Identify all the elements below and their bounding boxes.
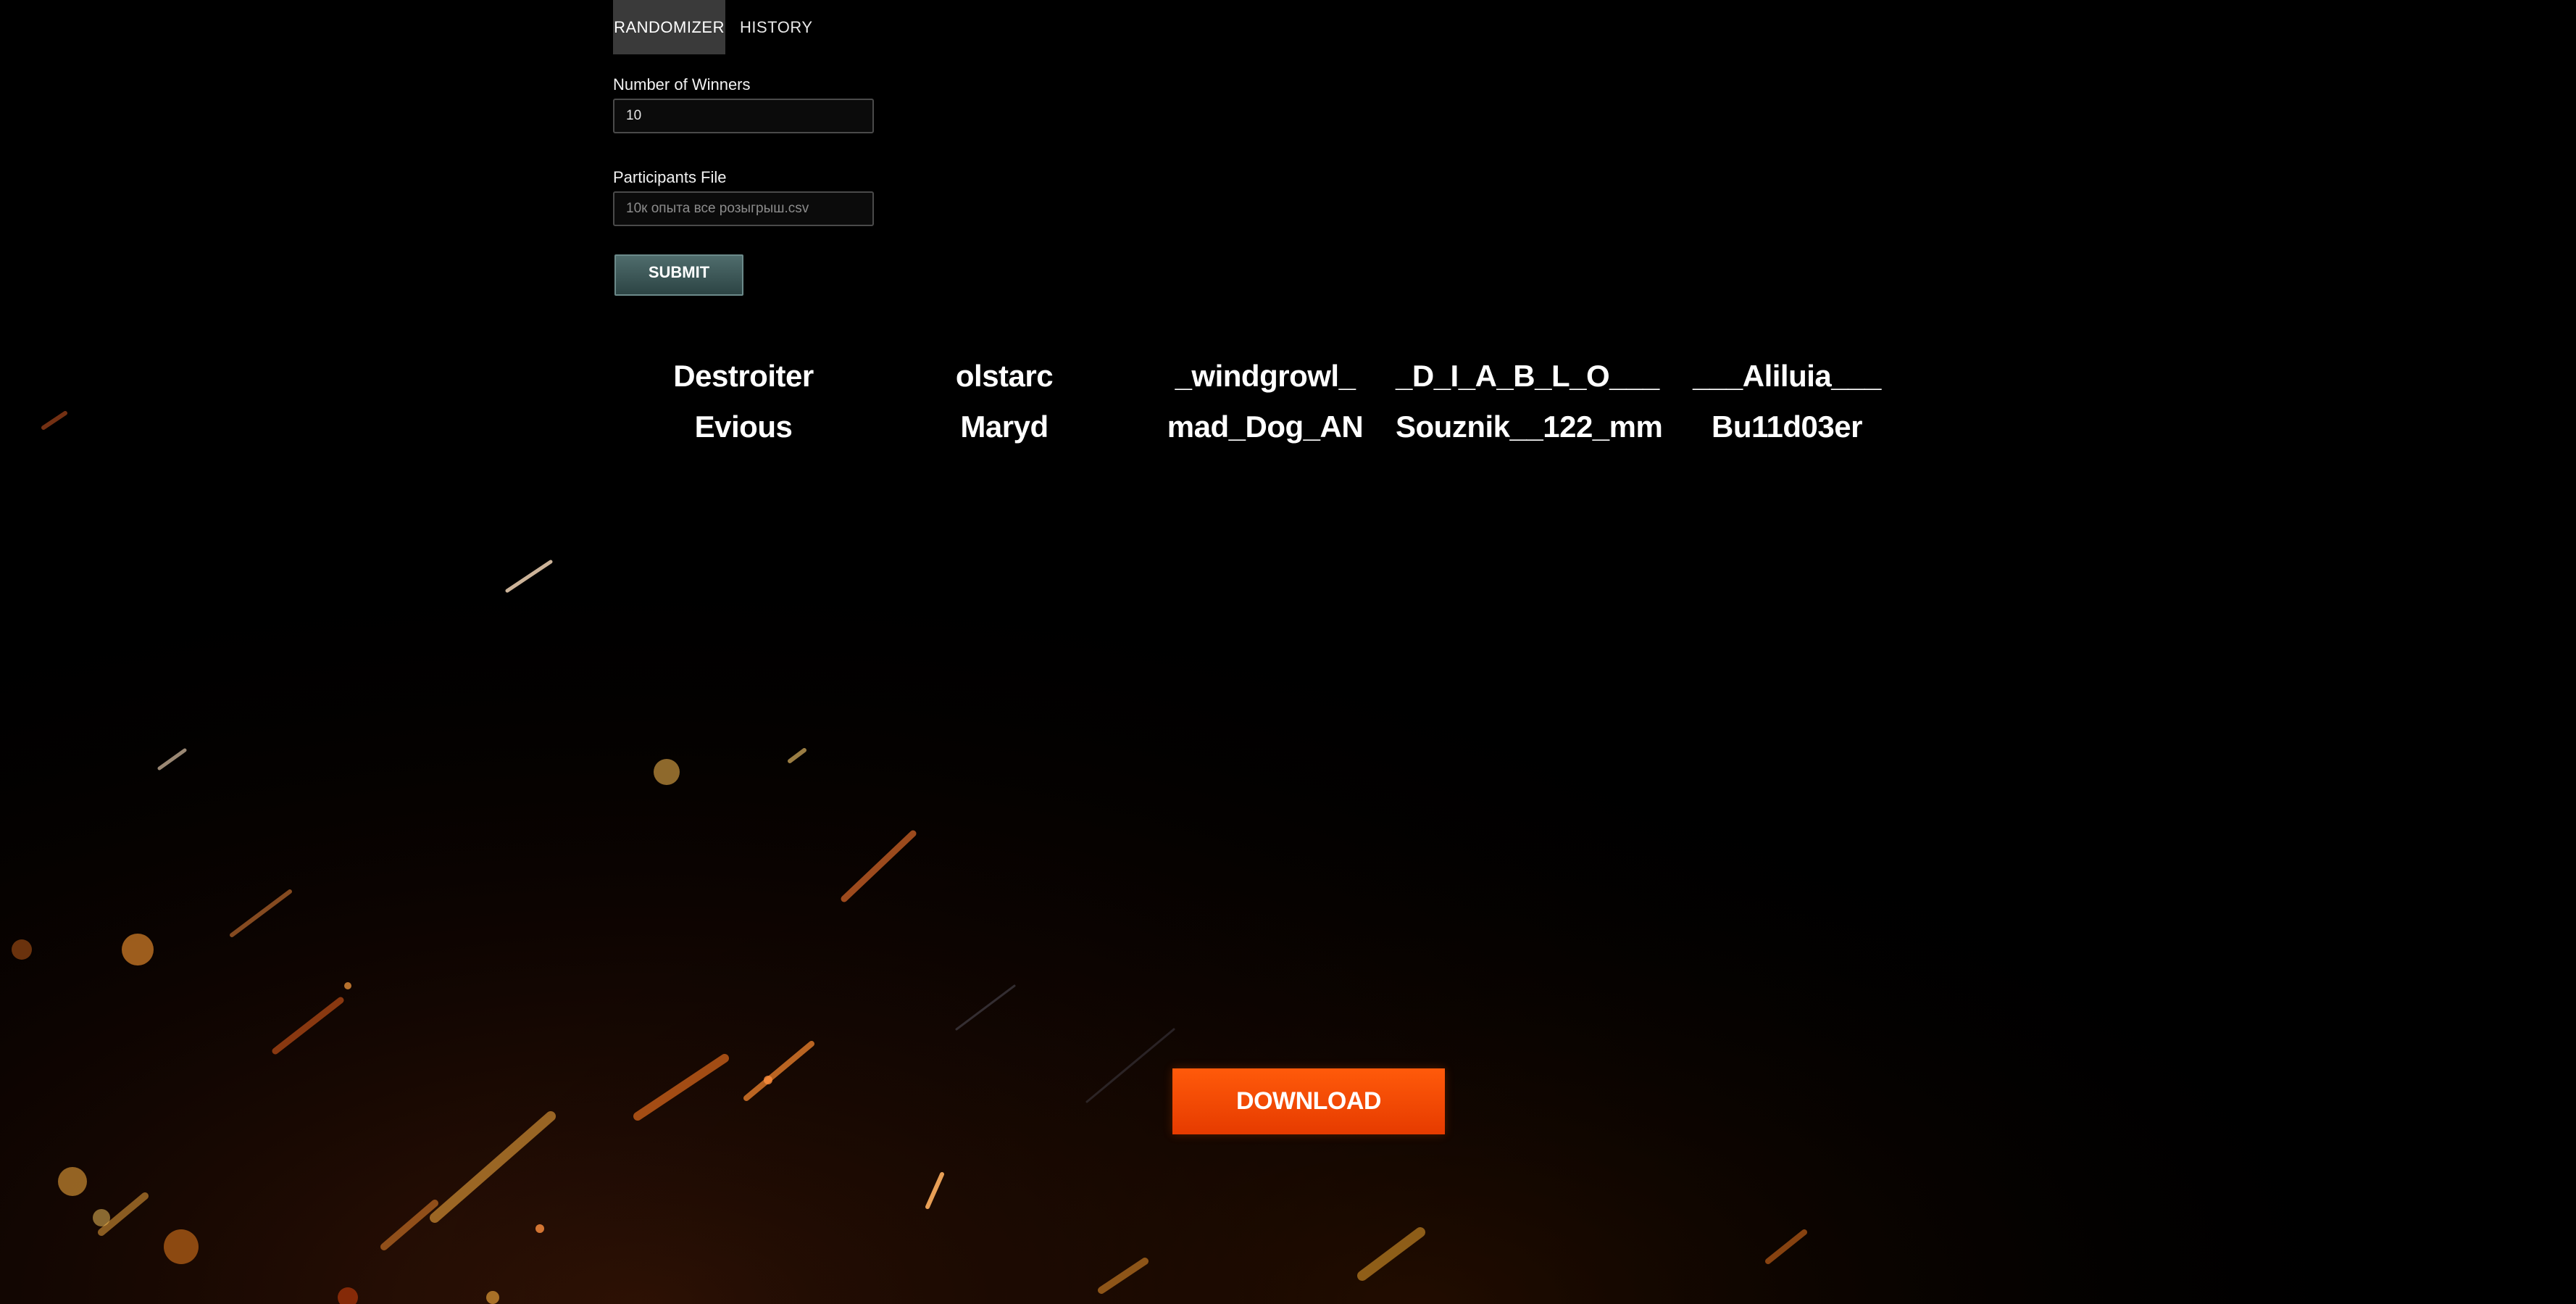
participants-file-input[interactable]: 10к опыта все розыгрыш.csv	[613, 191, 874, 226]
winners-list: Destroiter olstarc _windgrowl_ _D_I_A_B_…	[613, 359, 1932, 444]
randomizer-form: Number of Winners 10 Participants File 1…	[613, 75, 874, 261]
winner-name: Destroiter	[673, 359, 814, 393]
download-button[interactable]: DOWNLOAD	[1172, 1068, 1445, 1134]
winner-name: olstarc	[955, 359, 1054, 393]
winner-name: _D_I_A_B_L_O___	[1396, 359, 1659, 393]
winners-count-input[interactable]: 10	[613, 99, 874, 133]
tab-history[interactable]: HISTORY	[731, 0, 822, 54]
winner-name: Maryd	[960, 410, 1049, 444]
submit-button[interactable]: SUBMIT	[614, 254, 743, 296]
winner-name: Evious	[694, 410, 793, 444]
winner-name: _windgrowl_	[1175, 359, 1356, 393]
winners-count-group: Number of Winners 10	[613, 75, 874, 133]
participants-file-label: Participants File	[613, 168, 727, 186]
winners-count-label: Number of Winners	[613, 75, 751, 94]
winner-name: Bu11d03er	[1712, 410, 1862, 444]
page: RANDOMIZER HISTORY Number of Winners 10 …	[0, 0, 2576, 1304]
tab-randomizer[interactable]: RANDOMIZER	[613, 0, 725, 54]
tab-bar: RANDOMIZER HISTORY	[613, 0, 822, 54]
winner-name: Souznik__122_mm	[1396, 410, 1663, 444]
winner-name: ___Aliluia___	[1693, 359, 1881, 393]
winner-name: mad_Dog_AN	[1167, 410, 1364, 444]
participants-file-group: Participants File 10к опыта все розыгрыш…	[613, 168, 874, 226]
